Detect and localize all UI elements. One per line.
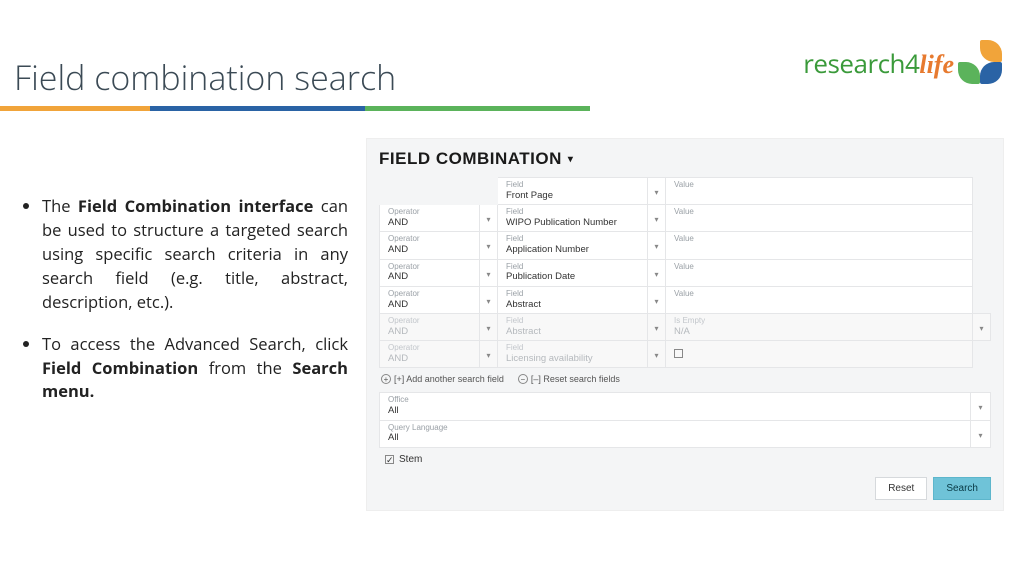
field-select: Field Licensing availability bbox=[498, 341, 648, 368]
accent-stripe-orange bbox=[0, 106, 150, 111]
chevron-down-icon: ▾ bbox=[654, 242, 658, 251]
logo-mark-icon bbox=[958, 40, 1004, 86]
field-select[interactable]: Field Publication Date bbox=[498, 259, 648, 286]
operator-dd[interactable]: ▾ bbox=[480, 259, 498, 286]
chevron-down-icon: ▾ bbox=[486, 270, 490, 279]
value-input[interactable]: Value bbox=[666, 178, 973, 205]
add-row-button[interactable]: +[+] Add another search field bbox=[381, 374, 504, 384]
office-select[interactable]: Office All bbox=[380, 393, 971, 420]
operator-select: Operator AND bbox=[380, 341, 480, 368]
accent-stripe-blue bbox=[150, 106, 365, 111]
operator-dd[interactable]: ▾ bbox=[480, 205, 498, 232]
field-select: Field Abstract bbox=[498, 313, 648, 340]
chevron-down-icon: ▾ bbox=[654, 270, 658, 279]
operator-select[interactable]: Operator AND bbox=[380, 259, 480, 286]
isempty-select: Is Empty N/A bbox=[666, 313, 973, 340]
search-row: Field Front Page ▾ Value bbox=[380, 178, 991, 205]
field-dd[interactable]: ▾ bbox=[648, 205, 666, 232]
bullet-1: The Field Combination interface can be u… bbox=[42, 194, 348, 314]
logo-text-life: life bbox=[919, 50, 954, 79]
chevron-down-icon: ▾ bbox=[486, 351, 490, 360]
query-language-select[interactable]: Query Language All bbox=[380, 420, 971, 447]
search-rows: Field Front Page ▾ Value Operator bbox=[379, 177, 991, 368]
row-toolbar: +[+] Add another search field −[–] Reset… bbox=[379, 368, 991, 390]
reset-rows-button[interactable]: −[–] Reset search fields bbox=[518, 374, 620, 384]
chevron-down-icon: ▾ bbox=[654, 215, 658, 224]
chevron-down-icon: ▾ bbox=[978, 431, 982, 440]
isempty-dd: ▾ bbox=[973, 313, 991, 340]
chevron-down-icon: ▾ bbox=[654, 324, 658, 333]
operator-select[interactable]: Operator AND bbox=[380, 286, 480, 313]
reset-button[interactable]: Reset bbox=[875, 477, 927, 500]
field-dd[interactable]: ▾ bbox=[648, 286, 666, 313]
page-title: Field combination search bbox=[14, 54, 396, 100]
field-select[interactable]: Field Front Page bbox=[498, 178, 648, 205]
search-row: Operator AND ▾ Field WIPO Publication Nu… bbox=[380, 205, 991, 232]
brand-logo: research4life bbox=[803, 40, 1004, 86]
text-column: The Field Combination interface can be u… bbox=[20, 138, 348, 556]
search-row: Operator AND ▾ Field Abstract ▾ Value bbox=[380, 286, 991, 313]
value-input[interactable]: Value bbox=[666, 259, 973, 286]
bullet-2: To access the Advanced Search, click Fie… bbox=[42, 332, 348, 404]
search-row: Operator AND ▾ Field Publication Date ▾ … bbox=[380, 259, 991, 286]
field-select[interactable]: Field WIPO Publication Number bbox=[498, 205, 648, 232]
screenshot-panel: FIELD COMBINATION ▾ Field Front Page ▾ bbox=[366, 138, 1004, 511]
chevron-down-icon: ▾ bbox=[486, 215, 490, 224]
accent-stripe-green bbox=[365, 106, 590, 111]
operator-dd bbox=[480, 178, 498, 205]
search-row: Operator AND ▾ Field Abstract ▾ Is Empty… bbox=[380, 313, 991, 340]
checkbox-checked-icon bbox=[385, 455, 394, 464]
checkbox-icon bbox=[674, 349, 683, 358]
field-dd[interactable]: ▾ bbox=[648, 178, 666, 205]
stem-checkbox[interactable]: Stem bbox=[379, 448, 991, 469]
operator-dd: ▾ bbox=[480, 341, 498, 368]
field-dd[interactable]: ▾ bbox=[648, 232, 666, 259]
field-dd[interactable]: ▾ bbox=[648, 259, 666, 286]
operator-dd: ▾ bbox=[480, 313, 498, 340]
office-dd[interactable]: ▾ bbox=[971, 393, 991, 420]
chevron-down-icon: ▾ bbox=[486, 297, 490, 306]
chevron-down-icon: ▾ bbox=[978, 403, 982, 412]
search-row: Operator AND ▾ Field Application Number … bbox=[380, 232, 991, 259]
value-input[interactable]: Value bbox=[666, 232, 973, 259]
chevron-down-icon: ▾ bbox=[654, 351, 658, 360]
logo-text-research4: research4 bbox=[803, 45, 919, 81]
chevron-down-icon: ▾ bbox=[654, 297, 658, 306]
field-select[interactable]: Field Abstract bbox=[498, 286, 648, 313]
value-checkbox bbox=[666, 341, 973, 368]
chevron-down-icon: ▾ bbox=[654, 188, 658, 197]
operator-select[interactable]: Operator AND bbox=[380, 205, 480, 232]
chevron-down-icon: ▾ bbox=[979, 324, 983, 333]
operator-select[interactable]: Operator AND bbox=[380, 232, 480, 259]
value-input[interactable]: Value bbox=[666, 286, 973, 313]
chevron-down-icon: ▾ bbox=[568, 154, 574, 165]
operator-dd[interactable]: ▾ bbox=[480, 286, 498, 313]
qlang-dd[interactable]: ▾ bbox=[971, 420, 991, 447]
panel-title[interactable]: FIELD COMBINATION ▾ bbox=[379, 149, 991, 169]
value-input[interactable]: Value bbox=[666, 205, 973, 232]
operator-select: Operator AND bbox=[380, 313, 480, 340]
chevron-down-icon: ▾ bbox=[486, 324, 490, 333]
field-dd: ▾ bbox=[648, 313, 666, 340]
search-row: Operator AND ▾ Field Licensing availabil… bbox=[380, 341, 991, 368]
operator-dd[interactable]: ▾ bbox=[480, 232, 498, 259]
search-button[interactable]: Search bbox=[933, 477, 991, 500]
field-select[interactable]: Field Application Number bbox=[498, 232, 648, 259]
operator-cell bbox=[380, 178, 480, 205]
chevron-down-icon: ▾ bbox=[486, 242, 490, 251]
field-dd: ▾ bbox=[648, 341, 666, 368]
